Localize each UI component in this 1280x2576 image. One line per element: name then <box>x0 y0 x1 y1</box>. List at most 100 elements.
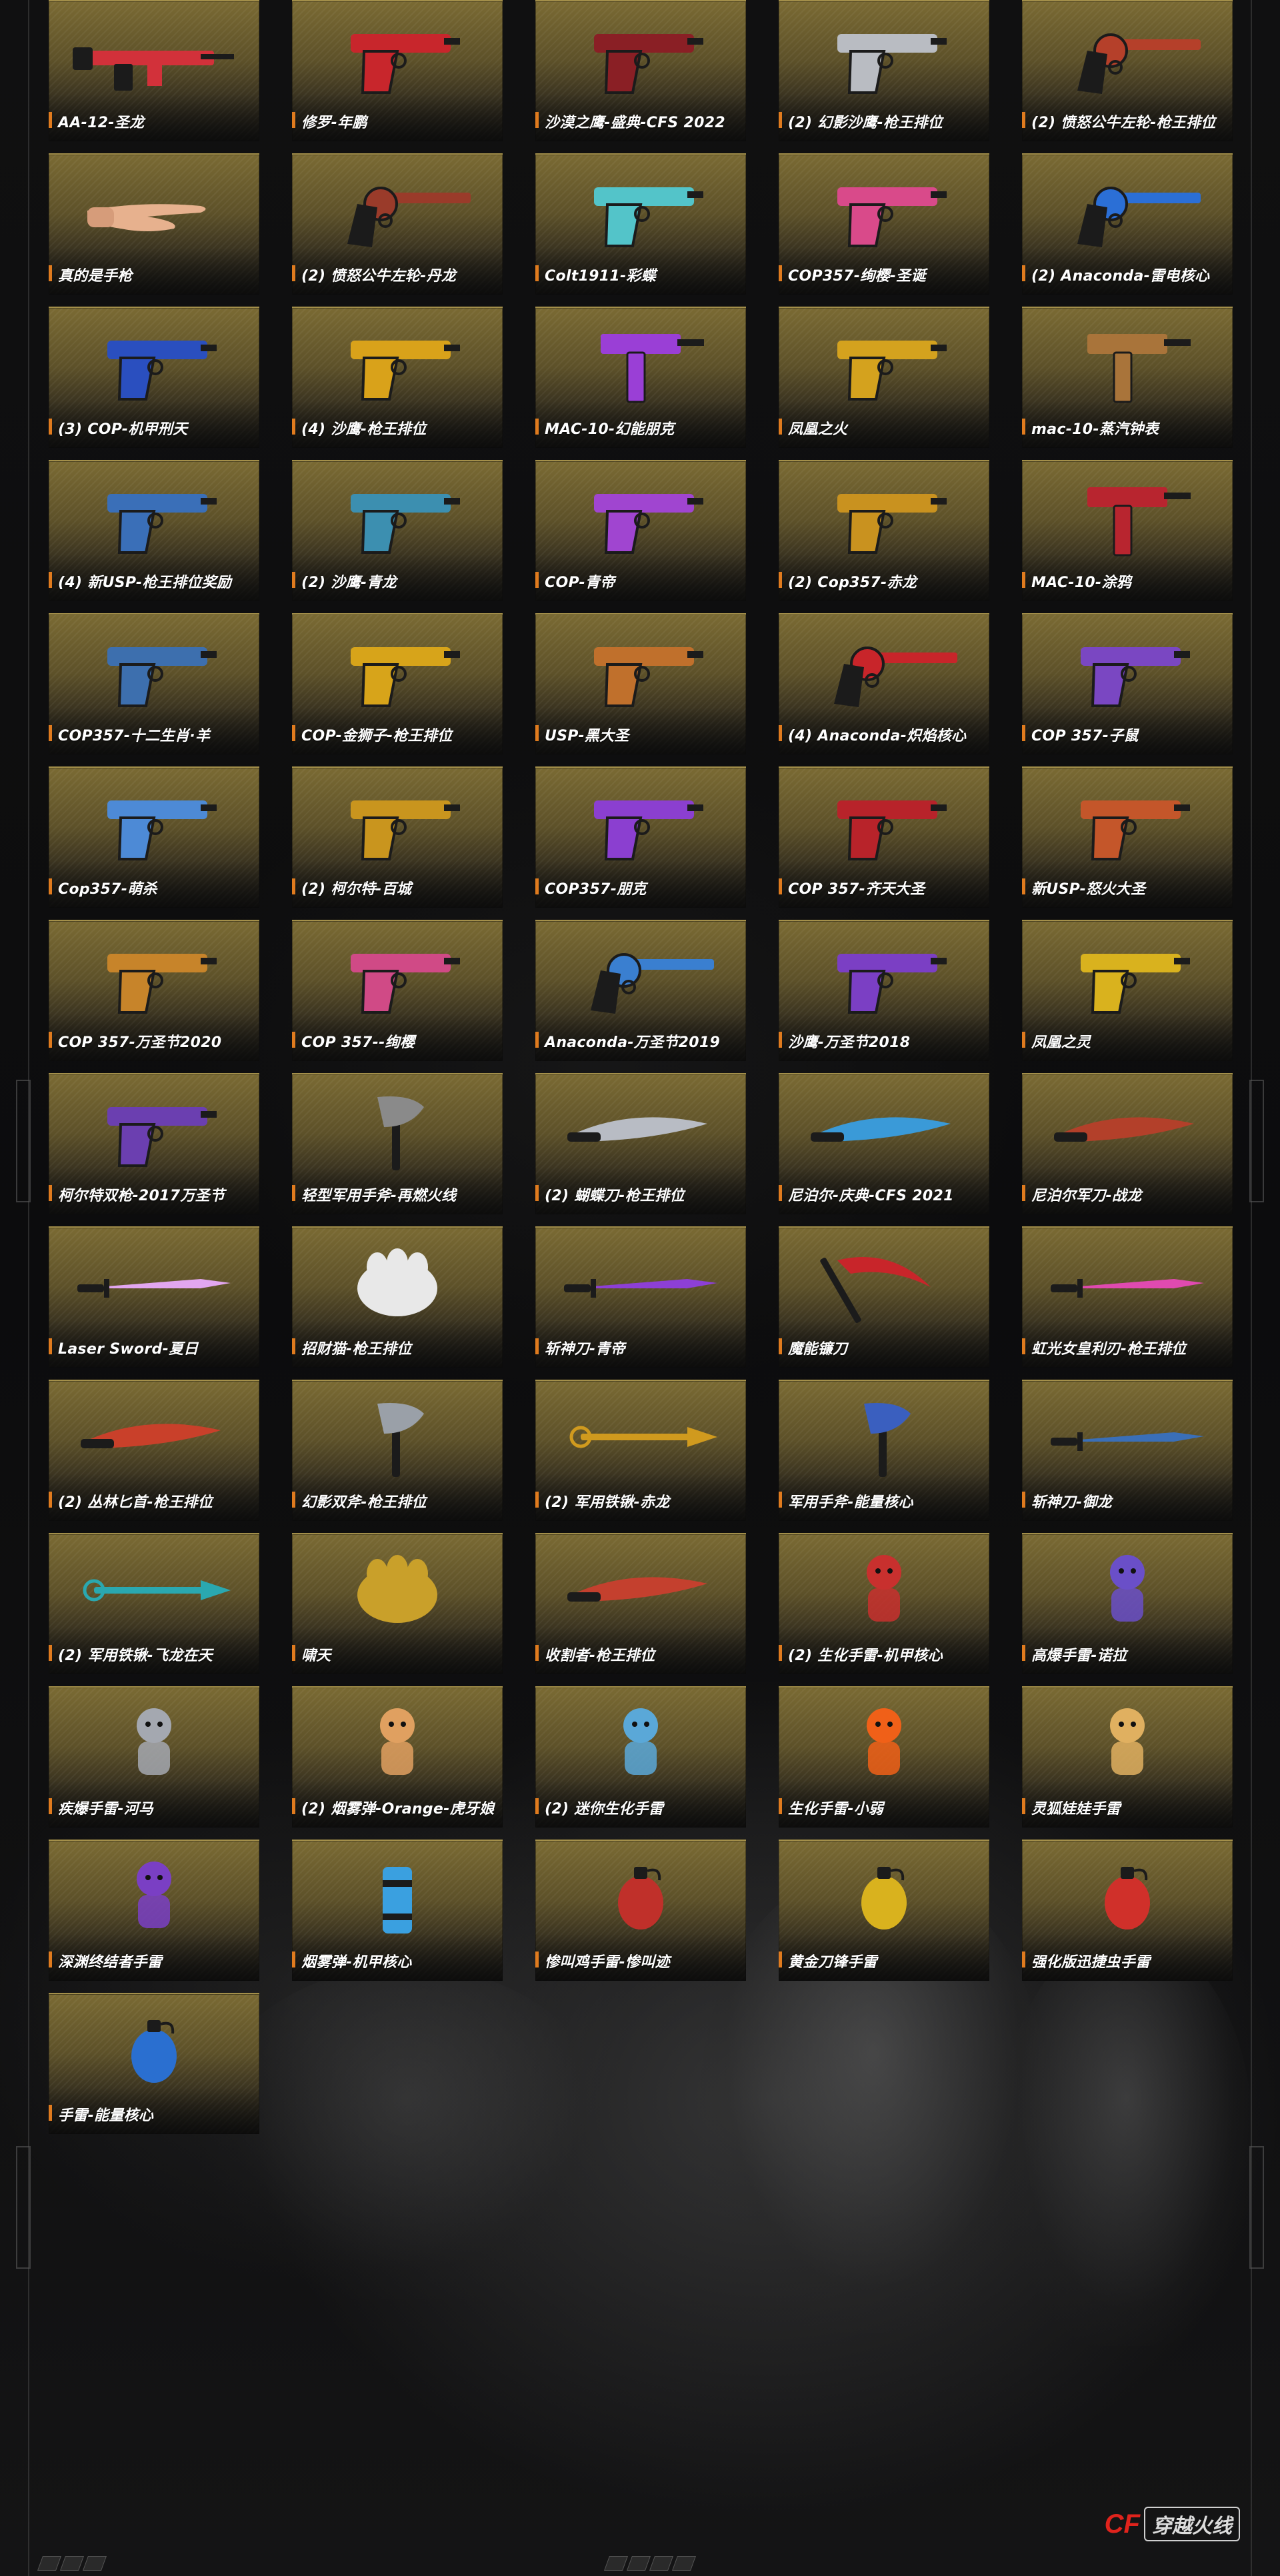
item-label: 深渊终结者手雷 <box>49 1950 162 1971</box>
item-card[interactable]: 凤凰之火 <box>779 307 989 448</box>
item-card[interactable]: COP-青帝 <box>535 460 746 601</box>
sword-icon <box>1034 1237 1221 1330</box>
item-card[interactable]: 招财猫-枪王排位 <box>292 1226 503 1368</box>
item-label: COP-金狮子-枪王排位 <box>292 724 452 745</box>
item-card[interactable]: 斩神刀-青帝 <box>535 1226 746 1368</box>
knife-icon <box>547 1084 734 1177</box>
item-card[interactable]: AA-12-圣龙 <box>49 0 259 141</box>
item-card[interactable]: 柯尔特双枪-2017万圣节 <box>49 1073 259 1214</box>
item-card[interactable]: (4) 沙鹰-枪王排位 <box>292 307 503 448</box>
item-card[interactable]: (3) COP-机甲刑天 <box>49 307 259 448</box>
item-card[interactable]: (2) 沙鹰-青龙 <box>292 460 503 601</box>
item-card[interactable]: 真的是手枪 <box>49 153 259 295</box>
item-card[interactable]: (2) 愤怒公牛左轮-丹龙 <box>292 153 503 295</box>
item-label: 虹光女皇利刃-枪王排位 <box>1022 1337 1186 1358</box>
item-card[interactable]: COP 357-子鼠 <box>1022 613 1233 754</box>
item-label: mac-10-蒸汽钟表 <box>1022 417 1159 439</box>
pistol-icon <box>791 777 977 870</box>
item-card[interactable]: 军用手斧-能量核心 <box>779 1380 989 1521</box>
item-label: 真的是手枪 <box>49 264 133 285</box>
item-card[interactable]: Laser Sword-夏日 <box>49 1226 259 1368</box>
item-card[interactable]: 虹光女皇利刃-枪王排位 <box>1022 1226 1233 1368</box>
item-card[interactable]: (2) Anaconda-雷电核心 <box>1022 153 1233 295</box>
item-card[interactable]: (2) 愤怒公牛左轮-枪王排位 <box>1022 0 1233 141</box>
item-label: 惨叫鸡手雷-惨叫迹 <box>535 1950 670 1971</box>
item-card[interactable]: 强化版迅捷虫手雷 <box>1022 1840 1233 1981</box>
figure-icon <box>61 1850 247 1943</box>
item-card[interactable]: COP 357--绚樱 <box>292 920 503 1061</box>
item-card[interactable]: 魔能镰刀 <box>779 1226 989 1368</box>
item-card[interactable]: (2) 军用铁锹-赤龙 <box>535 1380 746 1521</box>
item-card[interactable]: 灵狐娃娃手雷 <box>1022 1686 1233 1828</box>
item-card[interactable]: 黄金刀锋手雷 <box>779 1840 989 1981</box>
item-card[interactable]: (2) 蝴蝶刀-枪王排位 <box>535 1073 746 1214</box>
item-label: MAC-10-幻能朋克 <box>535 417 675 439</box>
item-card[interactable]: (2) 柯尔特-百城 <box>292 766 503 908</box>
item-card[interactable]: 沙鹰-万圣节2018 <box>779 920 989 1061</box>
item-card[interactable]: 高爆手雷-诺拉 <box>1022 1533 1233 1674</box>
item-card[interactable]: mac-10-蒸汽钟表 <box>1022 307 1233 448</box>
item-card[interactable]: 收割者-枪王排位 <box>535 1533 746 1674</box>
item-card[interactable]: 深渊终结者手雷 <box>49 1840 259 1981</box>
item-label: (2) 迷你生化手雷 <box>535 1797 663 1818</box>
knife-icon <box>547 1544 734 1637</box>
item-card[interactable]: COP357-绚樱-圣诞 <box>779 153 989 295</box>
item-card[interactable]: COP357-十二生肖·羊 <box>49 613 259 754</box>
item-card[interactable]: (4) Anaconda-炽焰核心 <box>779 613 989 754</box>
item-card[interactable]: 疾爆手雷-河马 <box>49 1686 259 1828</box>
knife-icon <box>61 1390 247 1484</box>
item-card[interactable]: (2) Cop357-赤龙 <box>779 460 989 601</box>
item-card[interactable]: 幻影双斧-枪王排位 <box>292 1380 503 1521</box>
pistol-icon <box>791 317 977 411</box>
item-label: COP357-朋克 <box>535 877 647 898</box>
item-card[interactable]: COP 357-齐天大圣 <box>779 766 989 908</box>
item-card[interactable]: MAC-10-幻能朋克 <box>535 307 746 448</box>
item-label: Colt1911-彩蝶 <box>535 264 656 285</box>
item-card[interactable]: 沙漠之鹰-盛典-CFS 2022 <box>535 0 746 141</box>
item-card[interactable]: 惨叫鸡手雷-惨叫迹 <box>535 1840 746 1981</box>
item-card[interactable]: (2) 幻影沙鹰-枪王排位 <box>779 0 989 141</box>
item-card[interactable]: 啸天 <box>292 1533 503 1674</box>
item-card[interactable]: 斩神刀-御龙 <box>1022 1380 1233 1521</box>
item-card[interactable]: 尼泊尔-庆典-CFS 2021 <box>779 1073 989 1214</box>
revolver-icon <box>791 624 977 717</box>
item-card[interactable]: MAC-10-涂鸦 <box>1022 460 1233 601</box>
item-card[interactable]: (2) 军用铁锹-飞龙在天 <box>49 1533 259 1674</box>
item-label: COP 357-子鼠 <box>1022 724 1139 745</box>
item-card[interactable]: 新USP-怒火大圣 <box>1022 766 1233 908</box>
item-label: COP-青帝 <box>535 571 615 592</box>
item-card[interactable]: (2) 生化手雷-机甲核心 <box>779 1533 989 1674</box>
item-card[interactable]: Cop357-萌杀 <box>49 766 259 908</box>
item-label: 柯尔特双枪-2017万圣节 <box>49 1184 225 1205</box>
item-card[interactable]: (4) 新USP-枪王排位奖励 <box>49 460 259 601</box>
knife-icon <box>791 1084 977 1177</box>
pistol-icon <box>61 930 247 1024</box>
hand-icon <box>61 164 247 257</box>
figure-icon <box>304 1697 491 1790</box>
item-card[interactable]: Anaconda-万圣节2019 <box>535 920 746 1061</box>
item-card[interactable]: 烟雾弹-机甲核心 <box>292 1840 503 1981</box>
item-card[interactable]: 生化手雷-小弱 <box>779 1686 989 1828</box>
item-card[interactable]: 手雷-能量核心 <box>49 1993 259 2134</box>
item-label: 灵狐娃娃手雷 <box>1022 1797 1121 1818</box>
item-label: 魔能镰刀 <box>779 1337 847 1358</box>
item-card[interactable]: (2) 烟雾弹-Orange-虎牙娘 <box>292 1686 503 1828</box>
item-card[interactable]: 轻型军用手斧-再燃火线 <box>292 1073 503 1214</box>
item-card[interactable]: 修罗-年鹏 <box>292 0 503 141</box>
item-card[interactable]: 尼泊尔军刀-战龙 <box>1022 1073 1233 1214</box>
item-card[interactable]: USP-黑大圣 <box>535 613 746 754</box>
item-label: COP 357--绚樱 <box>292 1030 415 1052</box>
grenade-icon <box>1034 1850 1221 1943</box>
item-card[interactable]: 凤凰之灵 <box>1022 920 1233 1061</box>
frame-notch-left-2 <box>16 2146 31 2269</box>
item-card[interactable]: COP-金狮子-枪王排位 <box>292 613 503 754</box>
item-card[interactable]: (2) 丛林匕首-枪王排位 <box>49 1380 259 1521</box>
item-card[interactable]: COP 357-万圣节2020 <box>49 920 259 1061</box>
item-card[interactable]: COP357-朋克 <box>535 766 746 908</box>
item-card[interactable]: (2) 迷你生化手雷 <box>535 1686 746 1828</box>
pistol-icon <box>1034 777 1221 870</box>
item-label: 生化手雷-小弱 <box>779 1797 883 1818</box>
item-label: 收割者-枪王排位 <box>535 1644 655 1665</box>
item-card[interactable]: Colt1911-彩蝶 <box>535 153 746 295</box>
item-label: (4) 沙鹰-枪王排位 <box>292 417 427 439</box>
